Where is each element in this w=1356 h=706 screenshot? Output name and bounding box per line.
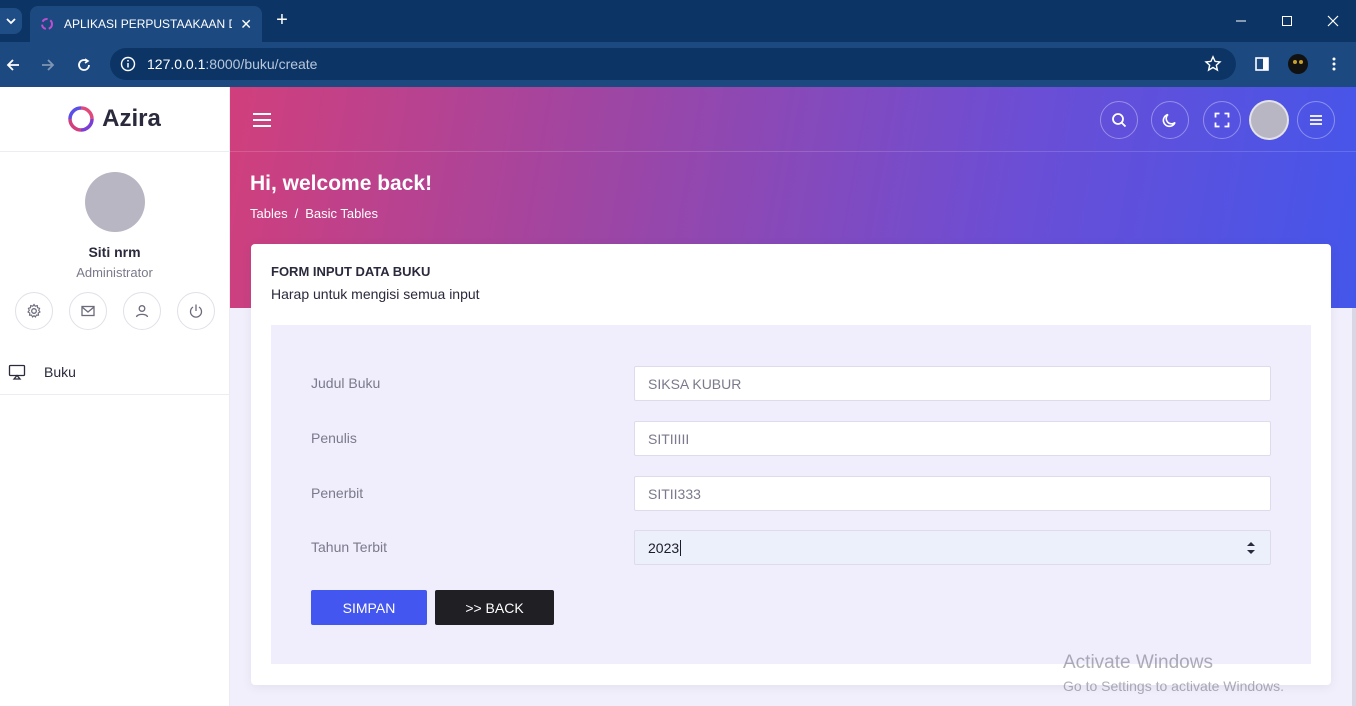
card-subtitle: Harap untuk mengisi semua input xyxy=(271,286,480,302)
card-title: FORM INPUT DATA BUKU xyxy=(271,264,431,279)
avatar[interactable] xyxy=(1249,100,1289,140)
close-window-button[interactable] xyxy=(1310,0,1356,42)
search-button[interactable] xyxy=(1100,101,1138,139)
reload-icon xyxy=(78,58,90,71)
url-path: :8000/buku/create xyxy=(205,56,318,72)
fullscreen-icon xyxy=(1214,112,1230,128)
maximize-icon xyxy=(1282,16,1292,26)
tahun-terbit-input[interactable]: 2023 xyxy=(634,530,1271,565)
breadcrumb: Tables / Basic Tables xyxy=(250,206,378,221)
dark-mode-button[interactable] xyxy=(1151,101,1189,139)
new-tab-button[interactable]: + xyxy=(272,9,292,31)
form-row: Tahun Terbit 2023 xyxy=(311,530,1271,565)
browser-tab-bar: APLIKASI PERPUSTAAKAAN DIGITAL ✕ + xyxy=(0,0,1356,42)
user-name: Siti nrm xyxy=(88,244,141,260)
page-title: Hi, welcome back! xyxy=(250,172,433,195)
minimize-icon xyxy=(1236,20,1246,22)
search-icon xyxy=(1112,113,1127,128)
page-scrollbar[interactable] xyxy=(1352,308,1356,706)
mail-button[interactable] xyxy=(68,292,107,330)
form-card: FORM INPUT DATA BUKU Harap untuk mengisi… xyxy=(251,244,1331,685)
settings-button[interactable] xyxy=(14,292,53,330)
back-nav-button[interactable] xyxy=(2,54,24,76)
form-row: Penulis SITIIIII xyxy=(311,421,1271,456)
form-area: Judul Buku SIKSA KUBUR Penulis SITIIIII … xyxy=(271,325,1311,664)
penulis-input[interactable]: SITIIIII xyxy=(634,421,1271,456)
info-icon[interactable] xyxy=(120,56,136,72)
azira-logo-icon xyxy=(68,106,94,132)
breadcrumb-separator: / xyxy=(294,206,299,221)
field-label: Tahun Terbit xyxy=(311,539,388,555)
user-button[interactable] xyxy=(122,292,161,330)
brand-name: Azira xyxy=(102,105,161,132)
form-row: Judul Buku SIKSA KUBUR xyxy=(311,366,1271,401)
browser-menu-button[interactable] xyxy=(1322,52,1346,76)
hamburger-icon xyxy=(253,113,271,127)
profile-avatar-icon xyxy=(1288,54,1308,74)
field-label: Penerbit xyxy=(311,485,364,501)
moon-icon xyxy=(1162,113,1176,128)
browser-tab[interactable]: APLIKASI PERPUSTAAKAAN DIGITAL ✕ xyxy=(30,6,262,42)
mail-icon xyxy=(80,305,95,317)
profile-button[interactable] xyxy=(1286,52,1310,76)
sidebar-item-label: Buku xyxy=(44,363,76,380)
penerbit-input[interactable]: SITII333 xyxy=(634,476,1271,511)
sidebar-item-buku[interactable]: Buku xyxy=(0,349,229,395)
form-row: Penerbit SITII333 xyxy=(311,476,1271,511)
forward-nav-button[interactable] xyxy=(37,54,59,76)
gear-icon xyxy=(26,303,41,318)
watermark-line-2: Go to Settings to activate Windows. xyxy=(1063,678,1284,694)
back-button[interactable]: >> BACK xyxy=(435,590,554,625)
more-vertical-icon xyxy=(1332,57,1336,71)
field-label: Judul Buku xyxy=(311,375,381,391)
minimize-button[interactable] xyxy=(1218,0,1264,42)
judul-buku-input[interactable]: SIKSA KUBUR xyxy=(634,366,1271,401)
fullscreen-button[interactable] xyxy=(1203,101,1241,139)
brand[interactable]: Azira xyxy=(0,87,229,152)
maximize-button[interactable] xyxy=(1264,0,1310,42)
close-tab-icon[interactable]: ✕ xyxy=(240,16,252,33)
side-panel-button[interactable] xyxy=(1250,52,1274,76)
number-spinner-icon[interactable] xyxy=(1246,540,1256,556)
power-icon xyxy=(189,304,202,318)
tahun-terbit-value: 2023 xyxy=(648,539,680,556)
breadcrumb-item[interactable]: Tables xyxy=(250,206,288,221)
text-caret xyxy=(680,539,682,556)
save-button[interactable]: SIMPAN xyxy=(311,590,427,625)
topbar xyxy=(230,87,1356,152)
reload-button[interactable] xyxy=(73,54,95,76)
menu-lines-icon xyxy=(1310,115,1322,125)
user-icon xyxy=(135,305,148,318)
monitor-icon xyxy=(8,364,26,380)
user-role: Administrator xyxy=(76,265,153,280)
arrow-left-icon xyxy=(6,59,19,71)
breadcrumb-item[interactable]: Basic Tables xyxy=(305,206,378,221)
browser-toolbar: 127.0.0.1:8000/buku/create xyxy=(0,42,1356,87)
close-icon xyxy=(1327,15,1339,27)
tab-title: APLIKASI PERPUSTAAKAAN DIGITAL xyxy=(64,17,232,31)
profile-actions xyxy=(0,292,229,330)
windows-activation-watermark: Activate Windows Go to Settings to activ… xyxy=(1063,652,1284,694)
sidebar-toggle-button[interactable] xyxy=(252,111,272,129)
tab-search-button[interactable] xyxy=(0,8,22,34)
chevron-down-icon xyxy=(6,18,16,25)
url-host: 127.0.0.1 xyxy=(147,56,206,72)
logout-button[interactable] xyxy=(176,292,215,330)
side-panel-icon xyxy=(1255,57,1269,71)
favicon-icon xyxy=(41,18,53,30)
arrow-right-icon xyxy=(42,59,55,71)
field-label: Penulis xyxy=(311,430,357,446)
star-icon[interactable] xyxy=(1204,55,1222,73)
watermark-line-1: Activate Windows xyxy=(1063,652,1213,673)
right-menu-button[interactable] xyxy=(1297,101,1335,139)
user-profile: Siti nrm Administrator xyxy=(0,152,229,330)
avatar xyxy=(84,172,145,232)
address-bar[interactable]: 127.0.0.1:8000/buku/create xyxy=(110,48,1236,80)
sidebar: Azira Siti nrm Administrator Buku xyxy=(0,87,230,706)
